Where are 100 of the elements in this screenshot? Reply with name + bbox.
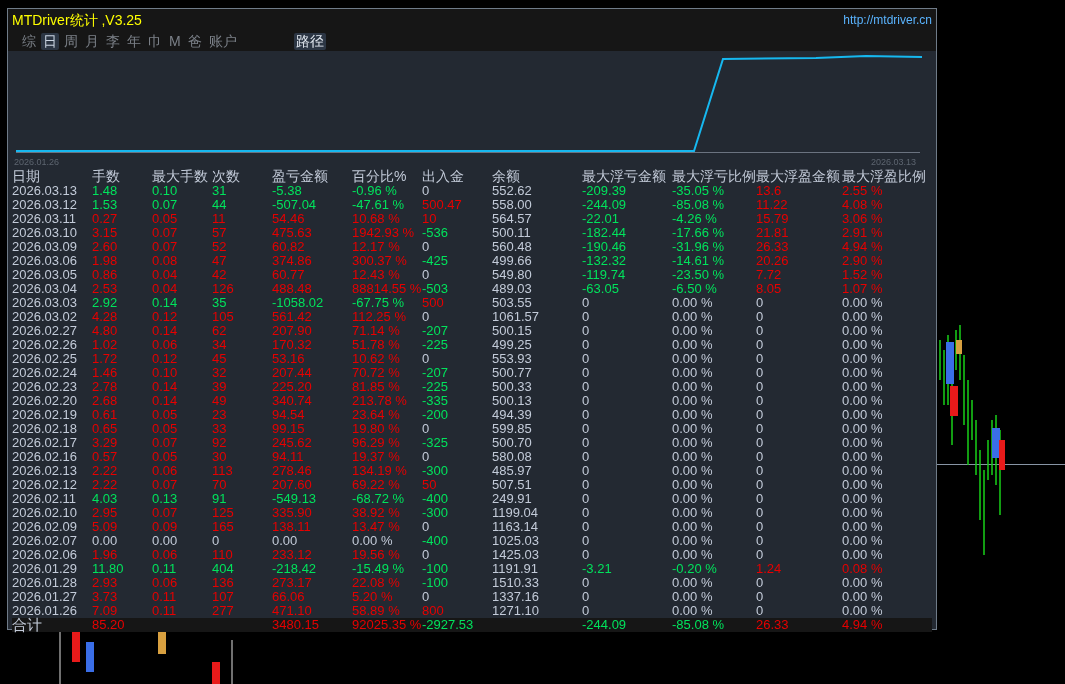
table-cell: 52: [212, 240, 227, 254]
table-cell: 0: [756, 422, 764, 436]
table-cell: 0.05: [152, 422, 178, 436]
period-tab[interactable]: 月: [83, 32, 101, 50]
table-cell: 0.00 %: [842, 408, 883, 422]
table-cell: 0.00 %: [672, 576, 713, 590]
table-cell: 249.91: [492, 492, 532, 506]
table-cell: 1025.03: [492, 534, 539, 548]
period-tab[interactable]: 巾: [146, 32, 164, 50]
table-cell: 5.09: [92, 520, 118, 534]
table-cell: 488.48: [272, 282, 312, 296]
table-cell: 81.85 %: [352, 380, 400, 394]
table-cell: 0.00 %: [842, 422, 883, 436]
table-cell: 0.07: [152, 436, 178, 450]
period-tab[interactable]: 日: [41, 32, 59, 50]
date-cell: 2026.02.25: [12, 352, 78, 366]
table-cell: 85.20: [92, 618, 125, 632]
table-cell: 0.00 %: [842, 492, 883, 506]
column-header: 盈亏金额: [272, 168, 329, 184]
path-button[interactable]: 路径: [293, 32, 326, 50]
table-cell: 49: [212, 394, 227, 408]
column-header: 手数: [92, 168, 121, 184]
table-cell: 560.48: [492, 240, 532, 254]
period-tab[interactable]: 账户: [206, 32, 239, 50]
table-cell: 0.10: [152, 366, 178, 380]
table-cell: 500.13: [492, 394, 532, 408]
table-cell: 335.90: [272, 506, 312, 520]
table-cell: 0.05: [152, 408, 178, 422]
table-cell: -67.75 %: [352, 296, 405, 310]
table-cell: 0.13: [152, 492, 178, 506]
table-cell: 0: [756, 450, 764, 464]
period-tab[interactable]: 年: [125, 32, 143, 50]
table-cell: 0.61: [92, 408, 118, 422]
table-cell: 96.29 %: [352, 436, 400, 450]
table-cell: 0.00 %: [672, 478, 713, 492]
table-cell: 0: [582, 310, 590, 324]
table-cell: 0.07: [152, 478, 178, 492]
table-cell: 88814.55 %: [352, 282, 422, 296]
period-tab[interactable]: 周: [62, 32, 80, 50]
table-cell: 3.29: [92, 436, 118, 450]
table-cell: 0.14: [152, 380, 178, 394]
table-cell: 4.08 %: [842, 198, 883, 212]
table-cell: 0: [582, 576, 590, 590]
table-cell: 0: [756, 394, 764, 408]
table-cell: 0.00 %: [672, 590, 713, 604]
table-cell: 503.55: [492, 296, 532, 310]
period-tab[interactable]: 爸: [185, 32, 204, 50]
table-cell: -300: [422, 464, 449, 478]
table-cell: 23.64 %: [352, 408, 400, 422]
column-header: 余额: [492, 168, 521, 184]
table-cell: 0: [422, 422, 430, 436]
column-header: 出入金: [422, 168, 465, 184]
table-cell: 213.78 %: [352, 394, 407, 408]
date-cell: 2026.03.10: [12, 226, 78, 240]
table-cell: -3.21: [582, 562, 612, 576]
table-cell: 0.10: [152, 184, 178, 198]
date-cell: 2026.02.12: [12, 478, 78, 492]
period-tab[interactable]: M: [167, 32, 183, 50]
trade-marker: [158, 632, 166, 654]
period-tab[interactable]: 李: [104, 32, 122, 50]
table-cell: 10: [422, 212, 437, 226]
table-cell: 0: [756, 464, 764, 478]
table-cell: 54.46: [272, 212, 305, 226]
table-cell: 0.00 %: [842, 576, 883, 590]
table-cell: -5.38: [272, 184, 302, 198]
table-cell: 11: [212, 212, 226, 226]
table-cell: -325: [422, 436, 449, 450]
table-cell: 0: [756, 408, 764, 422]
table-cell: 489.03: [492, 282, 532, 296]
table-cell: 69.22 %: [352, 478, 400, 492]
table-cell: 0.00 %: [672, 380, 713, 394]
table-cell: 1425.03: [492, 548, 539, 562]
table-cell: 225.20: [272, 380, 312, 394]
table-cell: 0.06: [152, 338, 178, 352]
table-cell: 19.37 %: [352, 450, 400, 464]
table-cell: 500.70: [492, 436, 532, 450]
table-cell: -132.32: [582, 254, 627, 268]
table-cell: 34: [212, 338, 227, 352]
table-cell: -15.49 %: [352, 562, 405, 576]
table-cell: 0: [756, 576, 764, 590]
table-cell: 0: [582, 324, 590, 338]
table-cell: 233.12: [272, 548, 312, 562]
table-cell: 0: [582, 450, 590, 464]
table-cell: 0: [756, 436, 764, 450]
table-cell: 70: [212, 478, 227, 492]
window-title: MTDriver统计 ,V3.25: [12, 10, 142, 30]
table-cell: 0: [582, 534, 590, 548]
table-cell: 44: [212, 198, 227, 212]
table-cell: 1191.91: [492, 562, 539, 576]
table-cell: 2.92: [92, 296, 118, 310]
table-cell: 0: [422, 520, 430, 534]
website-link[interactable]: http://mtdriver.cn: [843, 11, 932, 29]
table-cell: 0.00 %: [672, 324, 713, 338]
period-tab[interactable]: 综: [20, 32, 38, 50]
table-cell: 0.00 %: [672, 534, 713, 548]
table-cell: 1.46: [92, 366, 118, 380]
table-cell: 23: [212, 408, 227, 422]
table-cell: 0: [582, 464, 590, 478]
table-cell: -63.05: [582, 282, 619, 296]
table-cell: 3.06 %: [842, 212, 883, 226]
